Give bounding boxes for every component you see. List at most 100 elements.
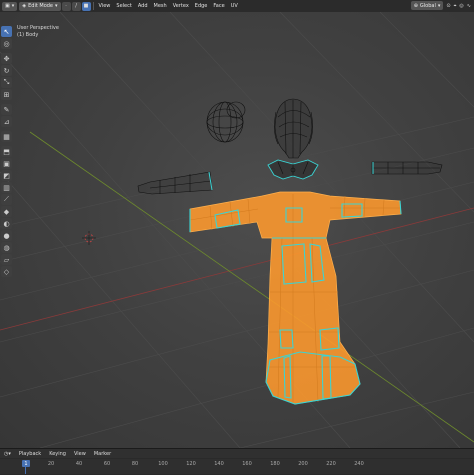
cube-icon: ▣ xyxy=(5,3,10,9)
frame-tick: 140 xyxy=(214,461,224,467)
frame-tick: 240 xyxy=(354,461,364,467)
knife-icon: ⟋ xyxy=(4,195,9,203)
head-mesh xyxy=(274,98,313,159)
falloff-icon[interactable]: ∿ xyxy=(467,3,471,9)
pivot-icon[interactable]: ⊙ xyxy=(446,3,450,9)
rotate-tool-button[interactable]: ↻ xyxy=(1,65,12,76)
floor-grid xyxy=(0,12,474,448)
add-cube-icon: ▦ xyxy=(3,132,10,141)
hair-bun-mesh xyxy=(206,101,246,143)
frame-tick: 200 xyxy=(298,461,308,467)
transform-tool-button[interactable]: ⊞ xyxy=(1,89,12,100)
smooth-icon: ● xyxy=(3,231,10,240)
edge-select-icon: / xyxy=(75,3,77,9)
extrude-icon: ⬒ xyxy=(3,147,10,156)
spin-tool-button[interactable]: ◐ xyxy=(1,218,12,229)
timeline-editor-type-icon[interactable]: ◷▾ xyxy=(0,451,15,457)
measure-icon: ⊿ xyxy=(3,117,10,126)
poly-build-icon: ◆ xyxy=(3,207,10,216)
mode-label: Edit Mode xyxy=(28,3,54,9)
scale-icon: ⤡ xyxy=(3,78,10,86)
knife-tool-button[interactable]: ⟋ xyxy=(1,194,12,205)
menu-marker[interactable]: Marker xyxy=(90,451,115,457)
dropdown-icon: ▾ xyxy=(55,3,58,9)
menu-add[interactable]: Add xyxy=(135,3,151,9)
snap-icon[interactable]: ⌖ xyxy=(454,3,457,9)
add-cube-tool-button[interactable]: ▦ xyxy=(1,131,12,142)
rotate-icon: ↻ xyxy=(3,66,10,75)
select-tool-button[interactable]: ↖ xyxy=(1,26,12,37)
face-select-button[interactable]: ■ xyxy=(81,1,91,11)
move-tool-button[interactable]: ✥ xyxy=(1,53,12,64)
timeline-header: ◷▾ Playback Keying View Marker xyxy=(0,449,474,458)
frame-tick: 80 xyxy=(131,461,139,467)
edge-select-button[interactable]: / xyxy=(71,1,81,11)
3d-viewport[interactable]: ↖ ◎ ✥ ↻ ⤡ ⊞ ✎ ⊿ ▦ ⬒ ▣ ◩ ▥ ⟋ ◆ ◐ ● ◍ ▱ ◇ … xyxy=(0,12,474,448)
frame-tick: 100 xyxy=(158,461,168,467)
frame-tick: 160 xyxy=(242,461,252,467)
annotate-icon: ✎ xyxy=(3,105,10,114)
rip-icon: ◇ xyxy=(3,267,10,276)
inset-icon: ▣ xyxy=(3,159,10,168)
frame-tick: 180 xyxy=(270,461,280,467)
shear-tool-button[interactable]: ▱ xyxy=(1,254,12,265)
annotate-tool-button[interactable]: ✎ xyxy=(1,104,12,115)
right-arm-mesh xyxy=(371,161,443,175)
cursor-tool-button[interactable]: ◎ xyxy=(1,38,12,49)
scale-tool-button[interactable]: ⤡ xyxy=(1,77,12,88)
move-icon: ✥ xyxy=(3,54,10,63)
y-axis-line xyxy=(29,131,474,443)
rip-tool-button[interactable]: ◇ xyxy=(1,266,12,277)
frame-tick: 20 xyxy=(47,461,55,467)
measure-tool-button[interactable]: ⊿ xyxy=(1,116,12,127)
smooth-tool-button[interactable]: ● xyxy=(1,230,12,241)
transform-orientation-dropdown[interactable]: ⊕ Global ▾ xyxy=(410,1,444,10)
frame-tick: 120 xyxy=(186,461,196,467)
viewport-info-overlay: User Perspective (1) Body xyxy=(17,25,59,39)
mode-dropdown[interactable]: ◈ Edit Mode ▾ xyxy=(19,1,61,11)
timeline-ruler[interactable]: 1 20 40 60 80 100 120 140 160 180 200 22… xyxy=(0,459,474,474)
tool-shelf: ↖ ◎ ✥ ↻ ⤡ ⊞ ✎ ⊿ ▦ ⬒ ▣ ◩ ▥ ⟋ ◆ ◐ ● ◍ ▱ ◇ xyxy=(1,26,13,277)
viewport-scene[interactable] xyxy=(0,12,474,448)
timeline-editor: ◷▾ Playback Keying View Marker 1 20 40 6… xyxy=(0,448,474,475)
current-frame-indicator[interactable]: 1 xyxy=(22,460,30,467)
proportional-edit-icon[interactable]: ◎ xyxy=(459,3,463,9)
dropdown-icon: ▾ xyxy=(11,3,15,9)
separator xyxy=(92,2,94,10)
loop-cut-icon: ▥ xyxy=(3,183,10,192)
vertex-select-button[interactable]: · xyxy=(61,1,71,11)
object-name: (1) Body xyxy=(17,32,39,38)
transform-icon: ⊞ xyxy=(3,90,10,99)
bevel-icon: ◩ xyxy=(3,171,10,180)
editor-type-button[interactable]: ▣ ▾ xyxy=(2,1,18,11)
view-name: User Perspective xyxy=(17,25,59,31)
frame-tick: 220 xyxy=(326,461,336,467)
extrude-tool-button[interactable]: ⬒ xyxy=(1,146,12,157)
menu-face[interactable]: Face xyxy=(210,3,227,9)
shear-icon: ▱ xyxy=(3,255,10,264)
menu-mesh[interactable]: Mesh xyxy=(151,3,170,9)
vertex-select-icon: · xyxy=(65,3,67,9)
bevel-tool-button[interactable]: ◩ xyxy=(1,170,12,181)
playhead-line xyxy=(25,467,26,474)
menu-select[interactable]: Select xyxy=(113,3,134,9)
menu-timeline-view[interactable]: View xyxy=(70,451,90,457)
inset-tool-button[interactable]: ▣ xyxy=(1,158,12,169)
menu-view[interactable]: View xyxy=(96,3,114,9)
menu-edge[interactable]: Edge xyxy=(192,3,211,9)
collar-mesh xyxy=(267,159,319,180)
x-axis-line xyxy=(0,207,474,331)
3d-cursor-icon: ◎ xyxy=(3,39,10,48)
edit-mode-icon: ◈ xyxy=(22,3,27,9)
frame-tick: 40 xyxy=(75,461,83,467)
frame-tick: 60 xyxy=(103,461,111,467)
poly-build-tool-button[interactable]: ◆ xyxy=(1,206,12,217)
loop-cut-tool-button[interactable]: ▥ xyxy=(1,182,12,193)
menu-vertex[interactable]: Vertex xyxy=(170,3,192,9)
shrink-tool-button[interactable]: ◍ xyxy=(1,242,12,253)
menu-playback[interactable]: Playback xyxy=(15,451,45,457)
menu-keying[interactable]: Keying xyxy=(45,451,70,457)
face-select-icon: ■ xyxy=(83,3,89,9)
dropdown-icon: ▾ xyxy=(437,2,441,9)
menu-uv[interactable]: UV xyxy=(228,3,241,9)
